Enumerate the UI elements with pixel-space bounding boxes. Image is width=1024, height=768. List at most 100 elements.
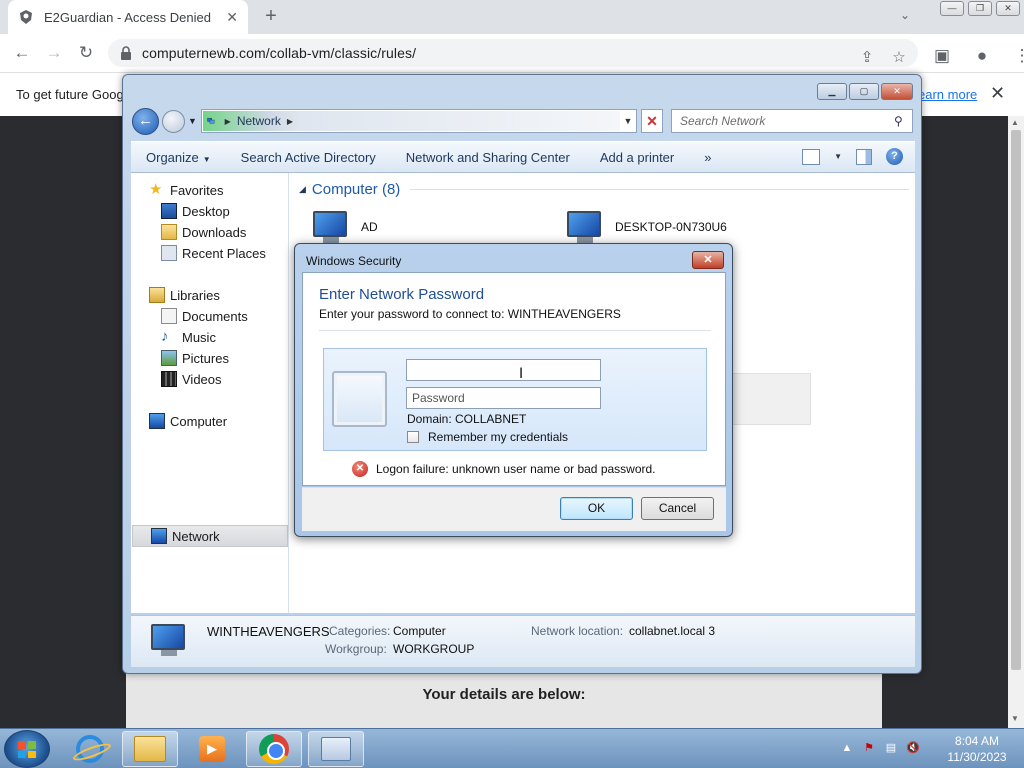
windows-logo-icon — [18, 741, 36, 758]
breadcrumb-arrow-icon[interactable]: ▶ — [287, 117, 293, 126]
error-icon: ✕ — [352, 461, 368, 477]
computer-item-ad[interactable]: AD — [309, 209, 378, 245]
remember-credentials-row[interactable]: Remember my credentials — [407, 430, 568, 444]
address-dropdown-icon[interactable]: ▼ — [620, 116, 636, 126]
dialog-footer: OK Cancel — [302, 487, 726, 531]
workgroup-value: WORKGROUP — [393, 642, 475, 656]
explorer-search-input[interactable]: Search Network ⚲ — [671, 109, 913, 133]
pictures-icon — [161, 350, 177, 366]
scroll-up-arrow-icon[interactable]: ▲ — [1011, 118, 1019, 127]
username-input[interactable]: I — [406, 359, 601, 382]
help-icon[interactable]: ? — [886, 148, 903, 165]
page-scrollbar[interactable]: ▲ ▼ — [1008, 116, 1024, 728]
tray-expand-icon[interactable]: ▲ — [840, 741, 854, 755]
lock-icon — [121, 46, 131, 60]
nav-music[interactable]: ♪ Music — [161, 329, 216, 345]
search-icon[interactable]: ⚲ — [894, 114, 912, 128]
action-center-flag-icon[interactable]: ⚑ — [862, 741, 876, 755]
videos-icon — [161, 371, 177, 387]
breadcrumb-arrow-icon[interactable]: ▶ — [225, 117, 231, 126]
user-tile-icon — [332, 371, 387, 427]
tab-title: E2Guardian - Access Denied — [44, 9, 211, 25]
taskbar-internet-explorer[interactable] — [62, 731, 118, 767]
nav-network[interactable]: Network — [132, 525, 288, 547]
nav-computer[interactable]: Computer — [149, 413, 227, 429]
clock-time: 8:04 AM — [954, 734, 1000, 748]
scroll-down-arrow-icon[interactable]: ▼ — [1011, 714, 1019, 723]
learn-more-link[interactable]: earn more — [918, 87, 977, 102]
taskbar-network[interactable] — [308, 731, 364, 767]
minimize-button[interactable]: — — [940, 1, 964, 16]
text-cursor-icon: I — [519, 366, 524, 382]
explorer-close-button[interactable]: ✕ — [881, 83, 913, 100]
taskbar-chrome[interactable] — [246, 731, 302, 767]
nav-libraries[interactable]: Libraries — [149, 287, 220, 303]
nav-pictures[interactable]: Pictures — [161, 350, 229, 366]
stop-icon[interactable]: ✕ — [641, 109, 663, 133]
restore-button[interactable]: ❐ — [968, 1, 992, 16]
desktop-icon — [161, 203, 177, 219]
nav-videos[interactable]: Videos — [161, 371, 222, 387]
profile-avatar-icon[interactable]: ● — [966, 40, 998, 72]
explorer-address-bar[interactable]: ▶ Network ▶ ▼ — [201, 109, 637, 133]
cancel-button[interactable]: Cancel — [641, 497, 714, 520]
explorer-minimize-button[interactable]: ▁ — [817, 83, 847, 100]
taskbar-file-explorer[interactable] — [122, 731, 178, 767]
dialog-heading: Enter Network Password — [319, 286, 485, 303]
tab-search-icon[interactable]: ⌄ — [895, 8, 915, 28]
more-commands-button[interactable]: » — [689, 150, 726, 165]
infobar-close-icon[interactable]: ✕ — [990, 83, 1005, 104]
address-bar[interactable]: computernewb.com/collab-vm/classic/rules… — [108, 39, 918, 67]
clock[interactable]: 8:04 AM 11/30/2023 — [936, 733, 1018, 765]
side-panel-icon[interactable]: ▣ — [926, 40, 958, 72]
view-dropdown-icon[interactable]: ▼ — [834, 152, 842, 161]
tab-close-icon[interactable]: ✕ — [226, 9, 238, 26]
explorer-back-button[interactable]: ← — [132, 108, 159, 135]
share-icon[interactable]: ⇪ — [856, 46, 878, 68]
back-arrow-icon[interactable]: ← — [6, 37, 38, 69]
browser-tab[interactable]: E2Guardian - Access Denied ✕ — [8, 0, 248, 34]
dialog-close-button[interactable]: ✕ — [692, 251, 724, 269]
change-view-icon[interactable] — [802, 148, 821, 165]
scroll-thumb[interactable] — [1011, 130, 1021, 670]
dialog-title: Windows Security — [306, 254, 402, 268]
collapse-triangle-icon[interactable]: ◢ — [299, 184, 306, 195]
search-active-directory-button[interactable]: Search Active Directory — [226, 150, 391, 165]
network-location-value: collabnet.local 3 — [629, 624, 716, 638]
breadcrumb-network[interactable]: Network — [237, 114, 281, 128]
history-dropdown-icon[interactable]: ▼ — [188, 116, 197, 126]
nav-favorites[interactable]: ★ Favorites — [149, 182, 223, 198]
start-button[interactable] — [4, 730, 50, 768]
nav-downloads[interactable]: Downloads — [161, 224, 246, 240]
explorer-maximize-button[interactable]: ▢ — [849, 83, 879, 100]
explorer-forward-button[interactable] — [162, 110, 185, 133]
forward-arrow-icon[interactable]: → — [38, 37, 70, 69]
folder-icon — [134, 736, 166, 762]
password-input[interactable]: Password — [406, 387, 601, 409]
downloads-folder-icon — [161, 224, 177, 240]
bookmark-star-icon[interactable]: ☆ — [888, 46, 910, 68]
ok-button[interactable]: OK — [560, 497, 633, 520]
nav-documents[interactable]: Documents — [161, 308, 248, 324]
close-window-button[interactable]: ✕ — [996, 1, 1020, 16]
remember-credentials-checkbox[interactable] — [407, 431, 419, 443]
organize-menu[interactable]: Organize ▼ — [131, 150, 226, 165]
taskbar-media-player[interactable]: ▶ — [184, 731, 240, 767]
add-printer-button[interactable]: Add a printer — [585, 150, 689, 165]
network-sharing-center-button[interactable]: Network and Sharing Center — [391, 150, 585, 165]
workgroup-label: Workgroup: — [325, 642, 387, 656]
network-tray-icon[interactable]: ▤ — [884, 741, 898, 755]
computer-item-desktop[interactable]: DESKTOP-0N730U6 — [563, 209, 727, 245]
computer-icon — [149, 413, 165, 429]
internet-explorer-icon — [76, 735, 104, 763]
menu-kebab-icon[interactable]: ⋮ — [1006, 40, 1024, 72]
new-tab-button[interactable]: + — [260, 6, 282, 28]
preview-pane-icon[interactable] — [856, 148, 872, 165]
explorer-nav-row: ← ▼ ▶ Network ▶ ▼ ✕ Search Network ⚲ — [131, 107, 915, 135]
volume-muted-icon[interactable]: 🔇 — [906, 741, 920, 755]
reload-icon[interactable]: ↻ — [70, 37, 102, 69]
network-icon — [151, 528, 167, 544]
group-header-computer[interactable]: ◢ Computer (8) — [299, 181, 909, 198]
nav-desktop[interactable]: Desktop — [161, 203, 230, 219]
nav-recent-places[interactable]: Recent Places — [161, 245, 266, 261]
